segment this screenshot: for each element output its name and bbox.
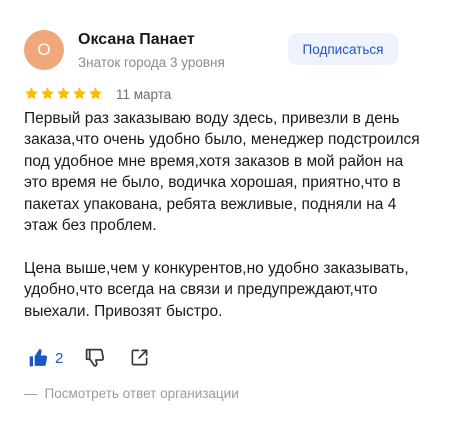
review-paragraph: Первый раз заказываю воду здесь, привезл… — [24, 110, 420, 235]
dislike-button[interactable] — [84, 347, 105, 368]
star-icon — [88, 86, 103, 101]
share-button[interactable] — [130, 348, 149, 367]
like-count: 2 — [55, 349, 64, 367]
subscribe-button[interactable]: Подписаться — [288, 33, 398, 65]
review-text: Первый раз заказываю воду здесь, привезл… — [24, 108, 424, 322]
review-date: 11 марта — [116, 87, 172, 102]
like-button[interactable]: 2 — [28, 347, 63, 369]
star-icon — [72, 86, 87, 101]
avatar-initial: О — [37, 40, 51, 59]
thumbs-down-icon — [84, 347, 105, 368]
author-level: Знаток города 3 уровня — [78, 55, 225, 70]
star-icon — [24, 86, 39, 101]
share-icon — [130, 348, 149, 367]
thumbs-up-icon — [28, 348, 48, 368]
view-org-reply-link[interactable]: — Посмотреть ответ организации — [24, 386, 239, 401]
author-name[interactable]: Оксана Панает — [78, 31, 195, 49]
org-reply-label: Посмотреть ответ организации — [44, 386, 239, 401]
star-icon — [56, 86, 71, 101]
rating-stars — [24, 86, 103, 102]
avatar[interactable]: О — [24, 30, 64, 70]
review-paragraph: Цена выше,чем у конкурентов,но удобно за… — [24, 259, 409, 320]
org-reply-dash: — — [24, 386, 38, 401]
star-icon — [40, 86, 55, 101]
